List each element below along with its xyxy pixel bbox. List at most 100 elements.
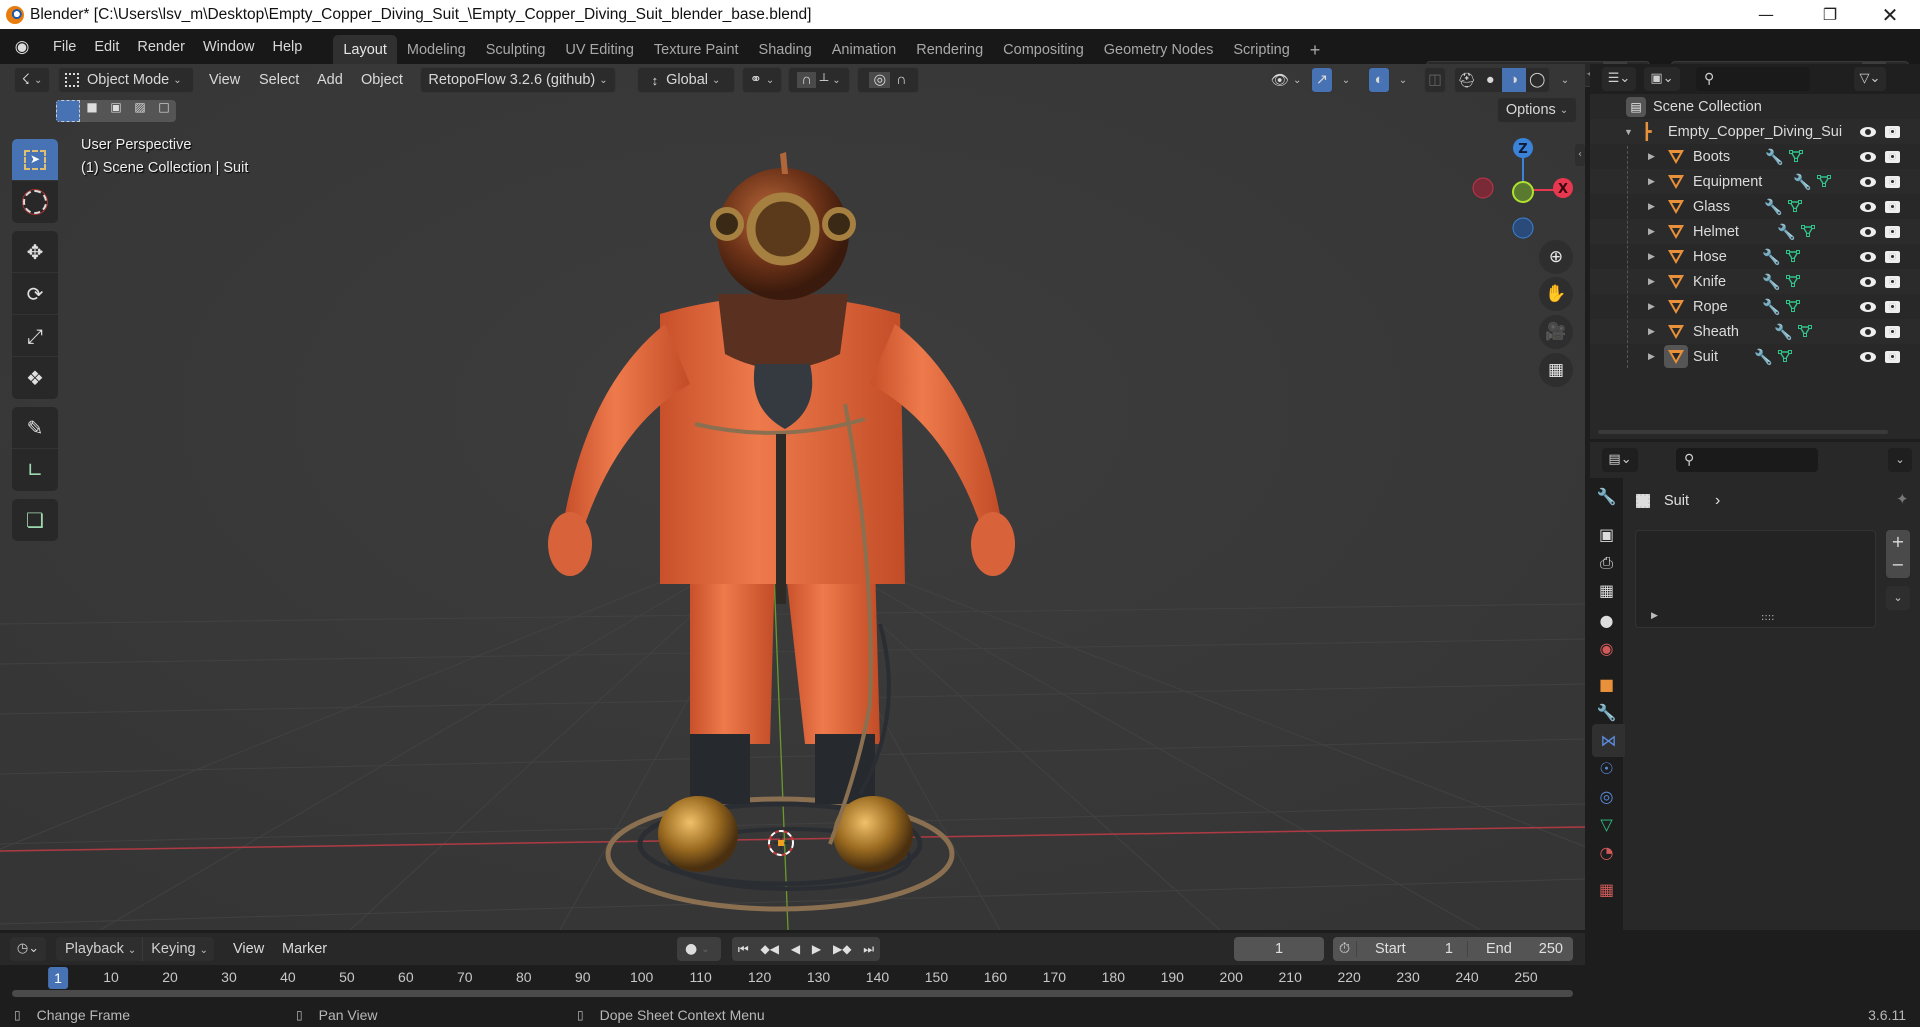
- end-frame-field[interactable]: End 250: [1468, 941, 1573, 957]
- menu-window[interactable]: Window: [194, 34, 264, 60]
- add-cube-tool[interactable]: ❏: [12, 499, 58, 541]
- visibility-eye-icon[interactable]: [1860, 276, 1876, 287]
- wireframe-shading-icon[interactable]: ⛑: [1455, 72, 1479, 89]
- menu-help[interactable]: Help: [264, 34, 312, 60]
- expand-triangle-icon[interactable]: ▶: [1648, 276, 1655, 287]
- outliner-row-helmet[interactable]: ▶ Helmet 🔧: [1590, 219, 1920, 244]
- zoom-button[interactable]: ⊕: [1539, 240, 1573, 274]
- tab-sculpting[interactable]: Sculpting: [476, 35, 556, 64]
- properties-tab-material[interactable]: ◔: [1590, 836, 1623, 869]
- current-frame-indicator[interactable]: 1: [48, 967, 68, 989]
- modifier-wrench-icon[interactable]: 🔧: [1765, 148, 1784, 166]
- expand-triangle-icon[interactable]: ▶: [1648, 201, 1655, 212]
- render-camera-icon[interactable]: [1885, 300, 1900, 313]
- collapse-triangle-icon[interactable]: ▼: [1624, 127, 1633, 137]
- pin-icon[interactable]: ✦: [1896, 490, 1909, 508]
- render-camera-icon[interactable]: [1885, 175, 1900, 188]
- visibility-eye-icon[interactable]: [1860, 301, 1876, 312]
- tab-uv-editing[interactable]: UV Editing: [555, 35, 644, 64]
- playback-menu[interactable]: Playback ⌄: [56, 937, 144, 961]
- rotate-tool[interactable]: ⟳: [12, 273, 58, 315]
- render-camera-icon[interactable]: [1885, 275, 1900, 288]
- modifier-wrench-icon[interactable]: 🔧: [1762, 248, 1781, 266]
- menu-view[interactable]: View: [209, 67, 240, 93]
- outliner-row-suit[interactable]: ▶ Suit 🔧: [1590, 344, 1920, 369]
- retopoflow-menu[interactable]: RetopoFlow 3.2.6 (github) ⌄: [420, 67, 616, 93]
- render-camera-icon[interactable]: [1885, 225, 1900, 238]
- visibility-eye-icon[interactable]: [1860, 351, 1876, 362]
- select-extend-icon[interactable]: ■: [80, 100, 104, 122]
- modifier-wrench-icon[interactable]: 🔧: [1774, 323, 1793, 341]
- menu-add[interactable]: Add: [317, 67, 343, 93]
- overlay-toggle[interactable]: ◐: [1368, 67, 1390, 93]
- tab-geometry-nodes[interactable]: Geometry Nodes: [1094, 35, 1224, 64]
- tab-rendering[interactable]: Rendering: [906, 35, 993, 64]
- proportional-editing-button[interactable]: ◎ ∩: [857, 67, 919, 93]
- remove-slot-button[interactable]: −: [1886, 554, 1910, 578]
- outliner-scrollbar[interactable]: [1598, 430, 1888, 434]
- play-reverse-icon[interactable]: ◀: [791, 942, 800, 956]
- properties-tab-texture[interactable]: ▦: [1590, 873, 1623, 906]
- timeline-menu-view[interactable]: View: [233, 937, 264, 961]
- camera-view-button[interactable]: 🎥: [1539, 315, 1573, 349]
- visibility-eye-icon[interactable]: [1860, 226, 1876, 237]
- menu-file[interactable]: File: [44, 34, 85, 60]
- properties-search[interactable]: ⚲: [1676, 448, 1818, 472]
- outliner-row-equipment[interactable]: ▶ Equipment 🔧: [1590, 169, 1920, 194]
- select-subtract-icon[interactable]: ▣: [104, 100, 128, 122]
- mesh-data-icon[interactable]: [1817, 175, 1831, 187]
- mesh-data-icon[interactable]: [1786, 300, 1800, 312]
- tab-texture-paint[interactable]: Texture Paint: [644, 35, 749, 64]
- visibility-eye-icon[interactable]: [1860, 326, 1876, 337]
- mesh-data-icon[interactable]: [1801, 225, 1815, 237]
- modifier-wrench-icon[interactable]: 🔧: [1754, 348, 1773, 366]
- visibility-eye-icon[interactable]: [1860, 201, 1876, 212]
- rendered-shading-icon[interactable]: ◯: [1526, 72, 1550, 88]
- resize-grip-icon[interactable]: ::::: [1761, 612, 1774, 623]
- scene-collection-row[interactable]: ▤ Scene Collection: [1590, 94, 1920, 119]
- mesh-data-icon[interactable]: [1788, 200, 1802, 212]
- render-camera-icon[interactable]: [1885, 250, 1900, 263]
- empty-object-row[interactable]: ▼ ┣ Empty_Copper_Diving_Sui: [1590, 119, 1920, 144]
- cursor-tool[interactable]: [12, 181, 58, 223]
- mesh-data-icon[interactable]: [1786, 275, 1800, 287]
- jump-end-icon[interactable]: ⏭: [863, 942, 874, 957]
- move-tool[interactable]: ✥: [12, 231, 58, 273]
- outliner-row-knife[interactable]: ▶ Knife 🔧: [1590, 269, 1920, 294]
- properties-tab-view-layer[interactable]: ▦: [1590, 574, 1623, 607]
- prev-keyframe-icon[interactable]: ◆◀: [761, 942, 779, 956]
- preview-range-icon[interactable]: ⏱: [1333, 941, 1357, 957]
- tab-scripting[interactable]: Scripting: [1223, 35, 1299, 64]
- gizmo-dropdown[interactable]: ⌄: [1334, 67, 1354, 93]
- maximize-button[interactable]: ❐: [1800, 0, 1860, 29]
- properties-options-dropdown[interactable]: ⌄: [1888, 448, 1912, 472]
- select-intersect-icon[interactable]: □: [152, 100, 176, 122]
- render-camera-icon[interactable]: [1885, 200, 1900, 213]
- shading-dropdown[interactable]: ⌄: [1552, 67, 1574, 93]
- material-preview-icon[interactable]: ◑: [1502, 68, 1526, 92]
- next-keyframe-icon[interactable]: ▶◆: [833, 942, 851, 956]
- play-icon[interactable]: ▶: [812, 942, 821, 956]
- properties-editor-type[interactable]: ▤⌄: [1602, 448, 1638, 472]
- mesh-data-icon[interactable]: [1786, 250, 1800, 262]
- modifier-wrench-icon[interactable]: 🔧: [1777, 223, 1796, 241]
- expand-triangle-icon[interactable]: ▶: [1648, 251, 1655, 262]
- tab-modeling[interactable]: Modeling: [397, 35, 476, 64]
- xray-toggle[interactable]: ◫: [1424, 67, 1446, 93]
- render-camera-icon[interactable]: [1885, 125, 1900, 138]
- render-camera-icon[interactable]: [1885, 150, 1900, 163]
- outliner-row-rope[interactable]: ▶ Rope 🔧: [1590, 294, 1920, 319]
- keying-menu[interactable]: Keying ⌄: [143, 937, 214, 961]
- add-workspace-button[interactable]: +: [1300, 35, 1331, 64]
- timeline-scrollbar[interactable]: [12, 990, 1573, 997]
- modifier-wrench-icon[interactable]: 🔧: [1793, 173, 1812, 191]
- expand-triangle-icon[interactable]: ▶: [1648, 151, 1655, 162]
- visibility-eye-icon[interactable]: [1860, 251, 1876, 262]
- select-box-tool[interactable]: ➤: [12, 139, 58, 181]
- timeline-editor-type[interactable]: ◷⌄: [10, 937, 46, 961]
- filter-button[interactable]: ▽⌄: [1854, 67, 1886, 91]
- add-slot-button[interactable]: +: [1886, 530, 1910, 554]
- solid-shading-icon[interactable]: ●: [1479, 72, 1503, 88]
- render-camera-icon[interactable]: [1885, 325, 1900, 338]
- timeline-menu-marker[interactable]: Marker: [282, 937, 327, 961]
